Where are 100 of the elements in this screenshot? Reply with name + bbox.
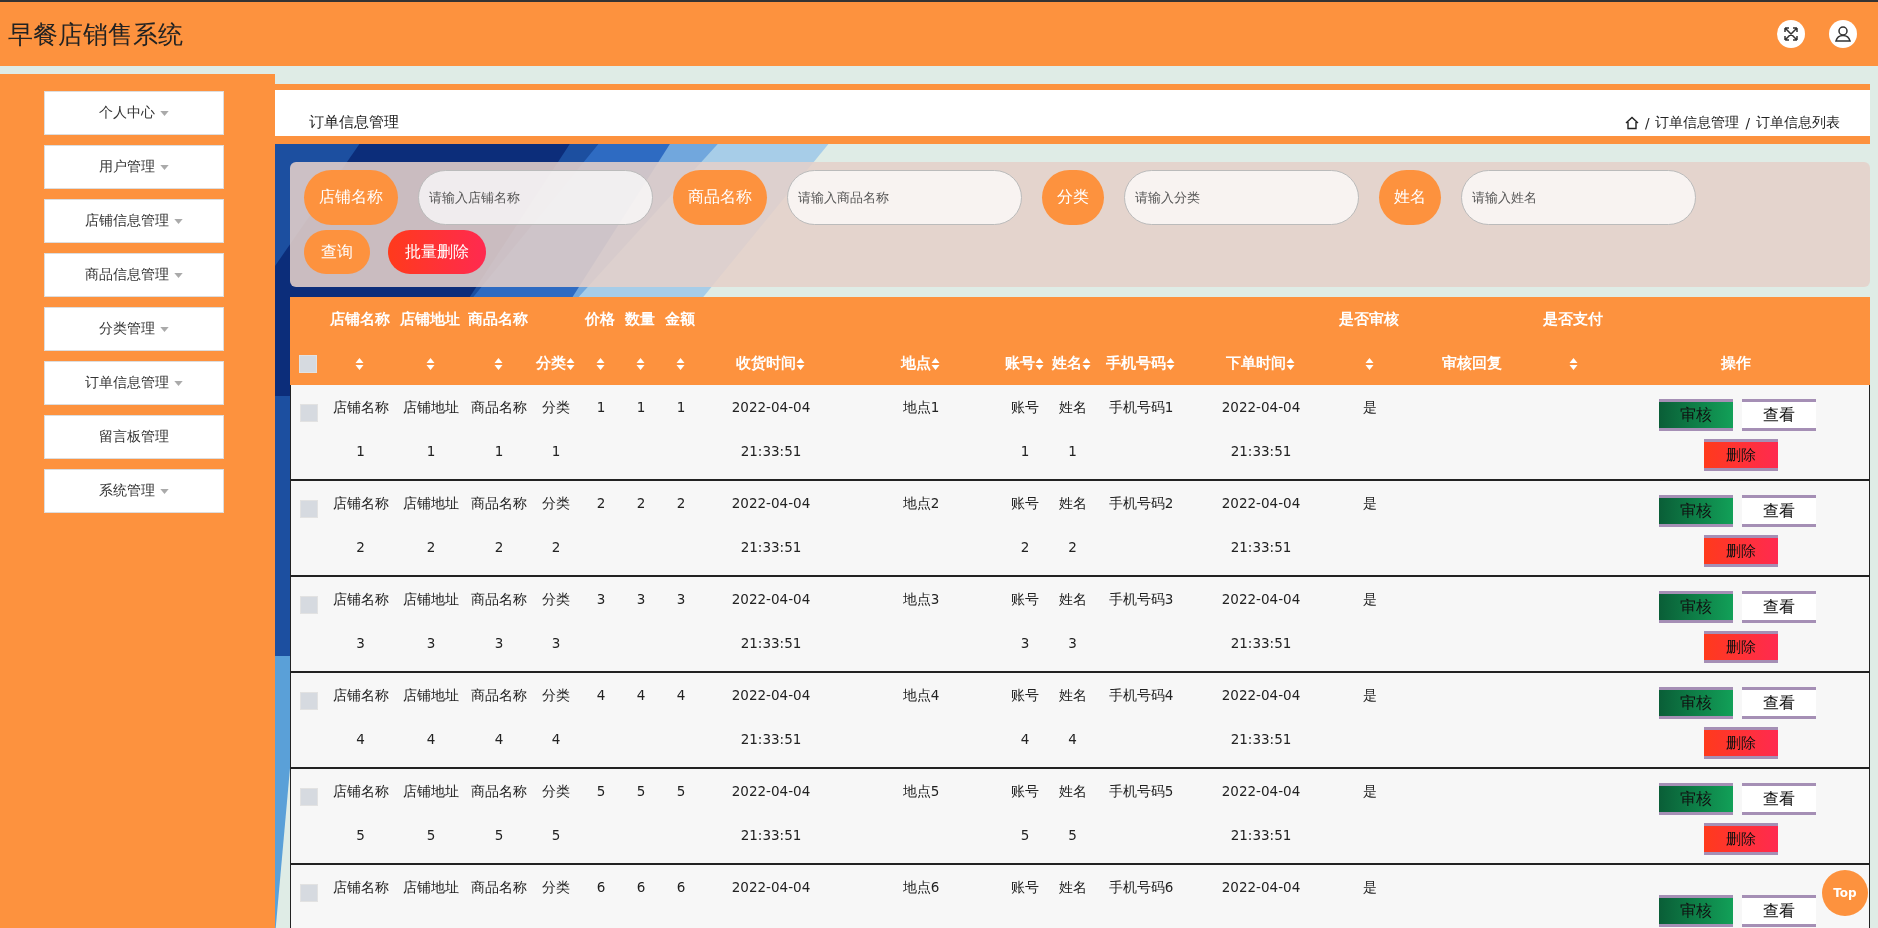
row-checkbox[interactable] (299, 884, 318, 902)
table-cell-text: 地点1 (902, 398, 940, 417)
table-cell-text: 账号 5 (1011, 782, 1039, 845)
column-header: 姓名 (1052, 354, 1082, 372)
column-header: 金额 (665, 310, 695, 328)
table-cell-text: 商品名称 3 (471, 590, 527, 653)
table-cell-text: 分类 3 (542, 590, 570, 653)
table-cell-text: 分类 (542, 878, 570, 897)
breadcrumb-link[interactable]: 订单信息列表 (1756, 114, 1840, 132)
menu-item[interactable]: 店铺信息管理 (44, 199, 224, 243)
table-cell-text: 2022-04-04 21:33:51 (1221, 398, 1301, 461)
sort-icon[interactable] (565, 357, 575, 370)
table-cell-text: 账号 2 (1011, 494, 1039, 557)
sort-icon[interactable] (1165, 357, 1175, 370)
table-cell-text: 店铺地址 (403, 878, 459, 897)
column-header: 分类 (535, 354, 566, 372)
sort-icon[interactable] (1364, 357, 1374, 370)
action-button[interactable]: 审核 (1658, 591, 1733, 623)
table-cell-text: 2022-04-04 21:33:51 (1221, 494, 1301, 557)
field-label: 姓名 (1379, 170, 1441, 225)
table-cell-text: 2 (636, 494, 646, 513)
action-button[interactable]: 删除 (1704, 631, 1778, 663)
field-label: 店铺名称 (304, 170, 398, 225)
table-cell-text: 6 (596, 878, 606, 897)
search-button[interactable]: 批量删除 (388, 230, 486, 274)
select-all-checkbox[interactable] (298, 355, 317, 373)
action-button[interactable]: 审核 (1658, 399, 1733, 431)
column-header: 审核回复 (1441, 354, 1502, 372)
table-cell-text: 4 (636, 686, 646, 705)
action-button[interactable]: 查看 (1741, 399, 1816, 431)
table-cell-text: 2022-04-04 21:33:51 (1221, 782, 1301, 845)
table-cell-text: 手机号码3 (1108, 590, 1174, 609)
action-button[interactable]: 查看 (1741, 591, 1816, 623)
table-cell-text: 手机号码1 (1108, 398, 1174, 417)
table-cell-text: 地点4 (902, 686, 940, 705)
action-button[interactable]: 审核 (1658, 495, 1733, 527)
table-cell-text: 2 (676, 494, 686, 513)
action-button[interactable]: 查看 (1741, 783, 1816, 815)
search-field[interactable]: 请输入分类 (1124, 170, 1359, 225)
action-button[interactable]: 查看 (1741, 687, 1816, 719)
menu-item[interactable]: 用户管理 (44, 145, 224, 189)
table-cell-text: 姓名 (1058, 878, 1087, 897)
sort-icon[interactable] (675, 357, 685, 370)
table-cell-text: 是 (1363, 878, 1377, 897)
menu-item[interactable]: 系统管理 (44, 469, 224, 513)
action-button[interactable]: 审核 (1658, 687, 1733, 719)
action-button[interactable]: 删除 (1704, 535, 1778, 567)
table-cell-text: 1 (676, 398, 686, 417)
action-button[interactable]: 删除 (1704, 439, 1778, 471)
table-cell-text: 5 (676, 782, 686, 801)
row-checkbox[interactable] (299, 596, 318, 614)
action-button[interactable]: 删除 (1704, 727, 1778, 759)
fullscreen-icon[interactable] (1776, 19, 1806, 49)
action-button[interactable]: 查看 (1741, 895, 1816, 927)
sort-icon[interactable] (1034, 357, 1044, 370)
action-button[interactable]: 删除 (1704, 823, 1778, 855)
sort-icon[interactable] (635, 357, 645, 370)
column-header: 手机号码 (1105, 354, 1166, 372)
table-cell-text: 商品名称 1 (471, 398, 527, 461)
sort-icon[interactable] (355, 357, 364, 370)
table-cell-text: 店铺名称 1 (332, 398, 389, 461)
sort-icon[interactable] (1082, 357, 1091, 370)
action-button[interactable]: 审核 (1658, 783, 1733, 815)
user-icon[interactable] (1828, 19, 1858, 49)
breadcrumb-link[interactable]: 订单信息管理 (1655, 114, 1740, 132)
table-cell-text: 6 (636, 878, 646, 897)
search-field[interactable]: 请输入商品名称 (787, 170, 1022, 225)
table-cell-text: 店铺名称 3 (332, 590, 389, 653)
row-checkbox[interactable] (299, 692, 318, 710)
home-icon[interactable] (1624, 116, 1639, 130)
row-checkbox[interactable] (299, 788, 318, 806)
sort-icon[interactable] (795, 357, 805, 370)
table-cell-text: 4 (596, 686, 606, 705)
row-checkbox[interactable] (299, 404, 318, 422)
search-field[interactable]: 请输入姓名 (1461, 170, 1696, 225)
action-button[interactable]: 查看 (1741, 495, 1816, 527)
menu-item[interactable]: 商品信息管理 (44, 253, 224, 297)
menu-item[interactable]: 分类管理 (44, 307, 224, 351)
sort-icon[interactable] (930, 357, 940, 370)
column-header: 数量 (625, 310, 655, 328)
menu-item[interactable]: 留言板管理 (44, 415, 224, 459)
table-cell-text: 2 (596, 494, 606, 513)
table-cell-text: 店铺名称 5 (332, 782, 389, 845)
table-cell-text: 手机号码5 (1108, 782, 1174, 801)
sort-icon[interactable] (1285, 357, 1295, 370)
sort-icon[interactable] (425, 357, 435, 370)
table-cell-text: 店铺地址 1 (403, 398, 459, 461)
column-header: 操作 (1721, 354, 1751, 372)
action-button[interactable]: 审核 (1658, 895, 1733, 927)
row-checkbox[interactable] (299, 500, 318, 518)
table-cell-text: 2022-04-04 21:33:51 (731, 686, 811, 749)
search-field[interactable]: 请输入店铺名称 (418, 170, 653, 225)
sort-icon[interactable] (1568, 357, 1578, 370)
table-cell-text: 商品名称 5 (471, 782, 527, 845)
sort-icon[interactable] (493, 357, 503, 370)
table-cell-text: 账号 (1011, 878, 1039, 897)
sort-icon[interactable] (595, 357, 605, 370)
column-header: 是否审核 (1339, 310, 1399, 328)
menu-item[interactable]: 个人中心 (44, 91, 224, 135)
menu-item[interactable]: 订单信息管理 (44, 361, 224, 405)
